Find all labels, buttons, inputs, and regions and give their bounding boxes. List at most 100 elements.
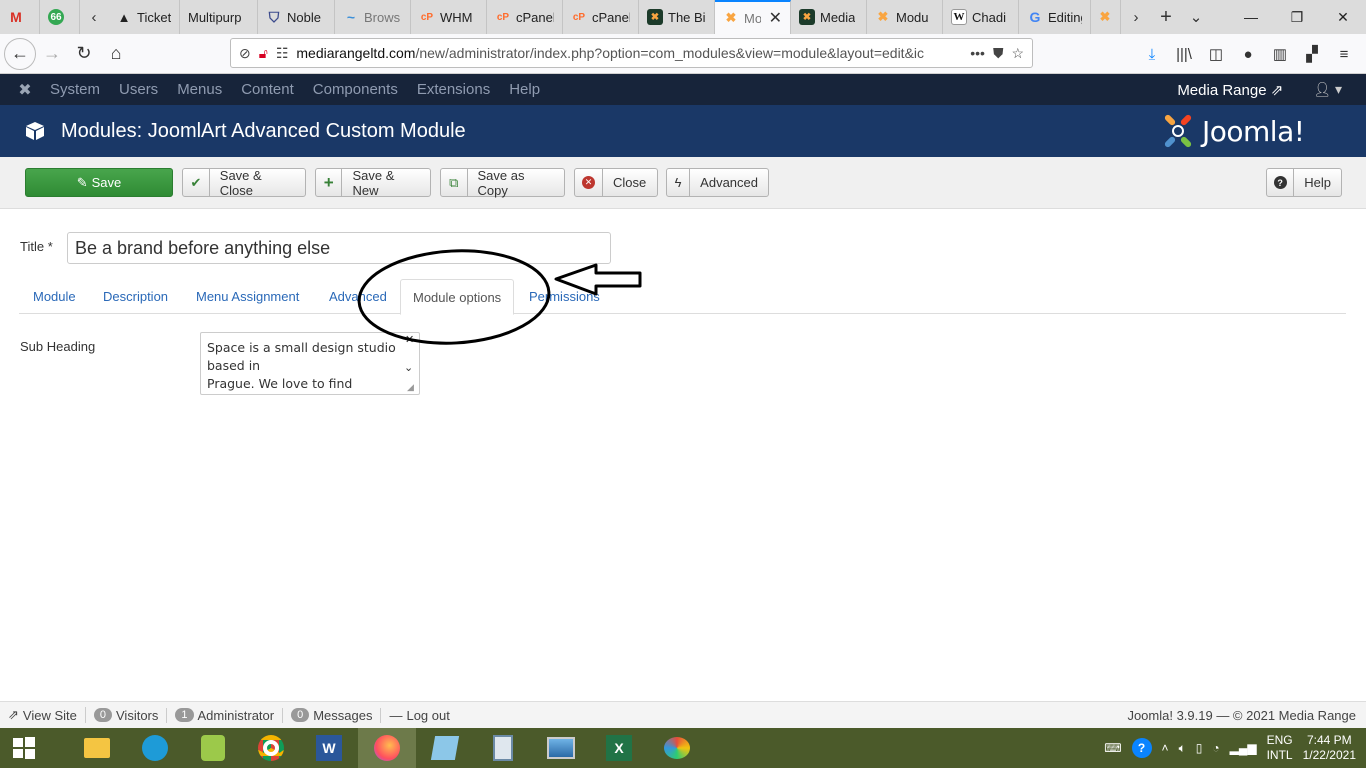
check-icon: ✔ [183, 169, 210, 196]
close-tab-icon[interactable]: ✕ [769, 8, 782, 28]
back-arrow-icon[interactable]: ← [4, 37, 36, 70]
menu-components[interactable]: Components [313, 81, 398, 98]
browser-tab-gmail[interactable]: M [0, 0, 40, 34]
tab-module[interactable]: Module [33, 279, 76, 314]
excel-icon[interactable]: X [590, 728, 648, 768]
title-input[interactable]: Be a brand before anything else [67, 232, 611, 264]
browser-tab[interactable]: ✖ [1091, 0, 1121, 34]
word-icon[interactable]: W [300, 728, 358, 768]
resize-grip-icon[interactable]: ◢ [407, 382, 414, 393]
browser-tab[interactable]: G Editing [1019, 0, 1091, 34]
account-icon[interactable]: ● [1232, 46, 1264, 63]
green-app-icon[interactable] [184, 728, 242, 768]
reload-icon[interactable]: ↻ [68, 38, 100, 70]
view-site-link[interactable]: ⇗ View Site [0, 707, 86, 723]
cube-icon [25, 121, 47, 141]
browser-tab[interactable]: W Chadi [943, 0, 1019, 34]
volume-icon[interactable]: 🔈︎ [1179, 741, 1186, 756]
url-text[interactable]: mediarangeltd.com/new/administrator/inde… [296, 45, 962, 61]
tracking-protection-icon[interactable]: ⊘ [239, 45, 251, 62]
browser-tab[interactable]: cP cPanel [563, 0, 639, 34]
browser-tab[interactable]: Multipurp [180, 0, 258, 34]
paint-icon[interactable] [648, 728, 706, 768]
network-icon[interactable]: ◔ [1212, 741, 1219, 755]
site-link[interactable]: Media Range ⇗ [1177, 81, 1283, 99]
help-tray-icon[interactable]: ? [1131, 738, 1152, 758]
browser-tab[interactable]: ⛉ Noble [258, 0, 335, 34]
browser-tab-counter[interactable]: 66 [40, 0, 80, 34]
new-tab-button[interactable]: + [1151, 0, 1181, 34]
list-tabs-chevron-down-icon[interactable]: ⌄ [1181, 0, 1211, 34]
addons-icon[interactable]: ▞ [1296, 45, 1328, 63]
forward-arrow-icon[interactable]: → [36, 38, 68, 70]
file-explorer-icon[interactable] [68, 728, 126, 768]
clock[interactable]: 7:44 PM 1/22/2021 [1303, 733, 1356, 763]
tabs-scroll-left-button[interactable]: ‹ [80, 0, 108, 34]
calculator-icon[interactable] [474, 728, 532, 768]
download-icon[interactable]: ⤓ [1136, 46, 1168, 63]
browser-tab[interactable]: ✖ Modu [867, 0, 943, 34]
menu-extensions[interactable]: Extensions [417, 81, 490, 98]
shield-icon: ⛉ [268, 8, 280, 25]
browser-tab[interactable]: ~ Brows [335, 0, 411, 34]
firefox-icon[interactable] [358, 728, 416, 768]
hamburger-menu-icon[interactable]: ≡ [1328, 46, 1360, 63]
user-menu-icon[interactable]: 👤︎ ▾ [1313, 81, 1342, 98]
extension-icon[interactable]: ▥ [1264, 45, 1296, 63]
page-actions-icon[interactable]: ••• [970, 45, 985, 61]
textarea-close-icon[interactable]: ✕ [405, 333, 414, 346]
address-bar[interactable]: ⊘ 🔓︎ ☷ mediarangeltd.com/new/administrat… [230, 38, 1033, 68]
pocket-icon[interactable]: ⛊ [993, 45, 1004, 62]
tab-advanced[interactable]: Advanced [329, 279, 387, 314]
notepad-icon[interactable] [416, 728, 474, 768]
tab-menu-assignment[interactable]: Menu Assignment [196, 279, 299, 314]
menu-content[interactable]: Content [241, 81, 294, 98]
tab-description[interactable]: Description [103, 279, 168, 314]
advanced-button[interactable]: ϟ Advanced [666, 168, 769, 197]
tray-expand-icon[interactable]: ˄ [1162, 741, 1169, 755]
save-copy-button[interactable]: ⧉ Save as Copy [440, 168, 565, 198]
bookmark-star-icon[interactable]: ☆ [1011, 45, 1024, 62]
menu-users[interactable]: Users [119, 81, 158, 98]
sidebar-icon[interactable]: ◫ [1200, 45, 1232, 63]
visitors-link[interactable]: 0 Visitors [86, 707, 168, 723]
save-new-button[interactable]: + Save & New [315, 168, 431, 198]
edge-icon[interactable] [126, 728, 184, 768]
language-indicator[interactable]: ENG INTL [1267, 733, 1293, 763]
chrome-icon[interactable] [242, 728, 300, 768]
tabs-scroll-right-button[interactable]: › [1121, 0, 1151, 34]
sub-heading-textarea[interactable]: Space is a small design studio based in … [200, 332, 420, 395]
photos-icon[interactable] [532, 728, 590, 768]
tab-module-options[interactable]: Module options [400, 279, 515, 315]
home-icon[interactable]: ⌂ [100, 38, 132, 70]
signal-icon[interactable]: ▂▄▆ [1230, 741, 1257, 755]
messages-link[interactable]: 0 Messages [283, 707, 382, 723]
keyboard-icon[interactable]: ⌨ [1104, 741, 1121, 755]
menu-system[interactable]: System [50, 81, 100, 98]
textarea-scroll-down-icon[interactable]: ⌄ [404, 361, 413, 374]
browser-tab[interactable]: ▲ Ticket [108, 0, 180, 34]
restore-icon[interactable]: ❐ [1274, 0, 1320, 34]
close-window-icon[interactable]: ✕ [1320, 0, 1366, 34]
close-button[interactable]: ✕ Close [574, 168, 658, 197]
save-close-button[interactable]: ✔ Save & Close [182, 168, 306, 198]
save-button[interactable]: ✎ Save [25, 168, 173, 197]
windows-start-icon[interactable] [0, 728, 48, 768]
help-button[interactable]: ? Help [1266, 168, 1342, 197]
logout-link[interactable]: — Log out [381, 708, 457, 723]
browser-tab[interactable]: cP cPanel [487, 0, 563, 34]
browser-tab-active[interactable]: ✖ Mo ✕ [715, 0, 791, 34]
administrator-link[interactable]: 1 Administrator [167, 707, 284, 723]
joomla-icon[interactable]: ✖ [0, 80, 50, 100]
menu-help[interactable]: Help [509, 81, 540, 98]
library-icon[interactable]: |||\ [1168, 46, 1200, 63]
battery-icon[interactable]: ▯ [1196, 741, 1203, 755]
menu-menus[interactable]: Menus [177, 81, 222, 98]
browser-tab[interactable]: ✖ Media [791, 0, 867, 34]
permissions-icon[interactable]: ☷ [276, 45, 289, 62]
minimize-icon[interactable]: — [1228, 0, 1274, 34]
insecure-lock-icon[interactable]: 🔓︎ [259, 45, 268, 62]
browser-tab[interactable]: cP WHM [411, 0, 487, 34]
browser-tab[interactable]: ✖ The Bi [639, 0, 715, 34]
tab-permissions[interactable]: Permissions [529, 279, 600, 314]
